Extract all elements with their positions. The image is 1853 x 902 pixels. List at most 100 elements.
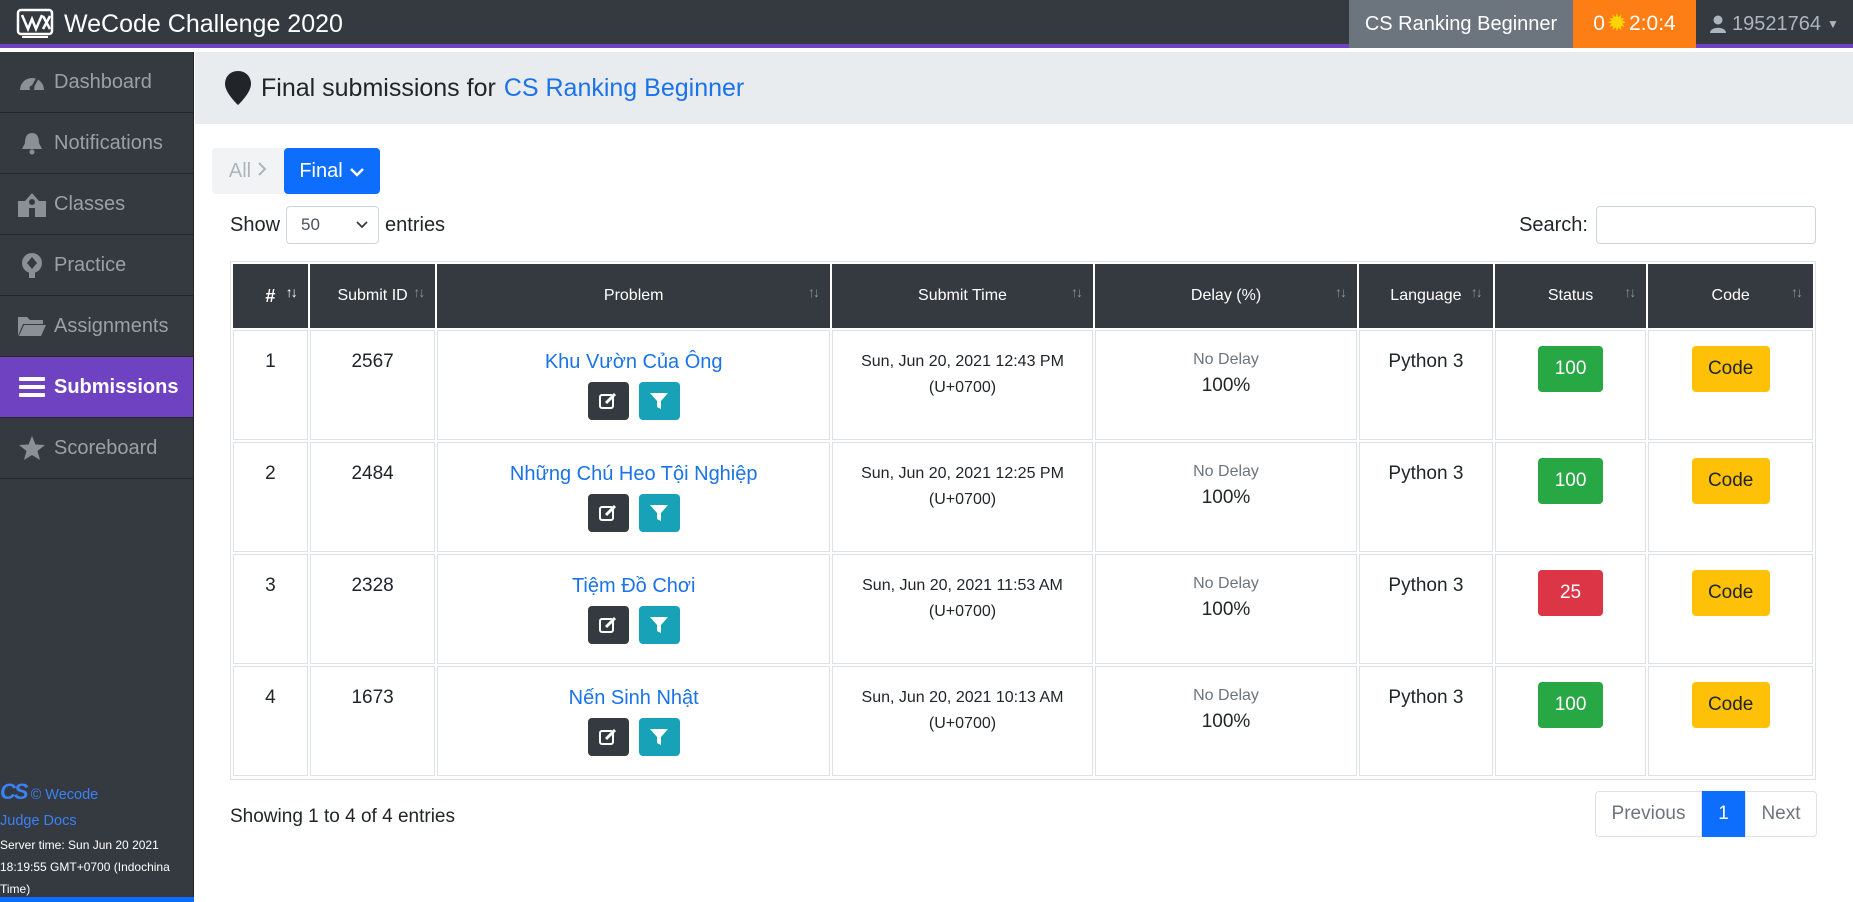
caret-down-icon: ▼: [1826, 17, 1839, 31]
sort-asc-icon: ↑↓: [285, 284, 298, 300]
status-badge[interactable]: 25: [1538, 570, 1604, 616]
edit-button[interactable]: [587, 718, 629, 756]
assignment-link[interactable]: CS Ranking Beginner: [504, 74, 744, 103]
row-number: 3: [233, 554, 308, 664]
page-size-value: 50: [301, 215, 320, 234]
row-number: 2: [233, 442, 308, 552]
filter-button[interactable]: [638, 382, 680, 420]
sidebar-item-submissions[interactable]: Submissions: [0, 357, 193, 418]
search-control: Search:: [1519, 204, 1816, 246]
delay-cell: No Delay 100%: [1095, 554, 1358, 664]
sidebar: Dashboard Notifications Classes Practice…: [0, 52, 194, 902]
column-header-submit-time[interactable]: Submit Time ↑↓: [831, 264, 1094, 328]
filter-button[interactable]: [638, 494, 680, 532]
bell-icon: [16, 129, 48, 157]
submissions-table: # ↑↓ Submit ID ↑↓ Problem ↑↓ Submit Time ↑↓ …: [230, 261, 1816, 780]
sort-icon: ↑↓: [1071, 284, 1083, 300]
search-input[interactable]: [1596, 206, 1816, 244]
cs-logo: CS: [0, 779, 29, 804]
status-badge[interactable]: 100: [1538, 458, 1604, 504]
column-header-code[interactable]: Code ↑↓: [1648, 264, 1813, 328]
problem-cell: Những Chú Heo Tội Nghiệp: [437, 442, 830, 552]
problem-cell: Nến Sinh Nhật: [437, 666, 830, 776]
delay-label: No Delay: [1193, 687, 1259, 704]
problem-cell: Khu Vườn Của Ông: [437, 330, 830, 440]
status-badge[interactable]: 100: [1538, 346, 1604, 392]
current-assignment-button[interactable]: CS Ranking Beginner: [1349, 0, 1573, 48]
code-button[interactable]: Code: [1691, 682, 1770, 728]
sidebar-item-label: Notifications: [54, 131, 163, 154]
pagination: Previous 1 Next: [1595, 791, 1817, 837]
edit-button[interactable]: [587, 494, 629, 532]
page-size-select[interactable]: 50: [286, 206, 380, 244]
code-button[interactable]: Code: [1691, 346, 1770, 392]
language: Python 3: [1359, 442, 1493, 552]
sort-icon: ↑↓: [413, 284, 425, 300]
all-submissions-tab[interactable]: All: [212, 148, 284, 194]
edit-icon: [599, 616, 617, 633]
column-header-problem[interactable]: Problem ↑↓: [437, 264, 830, 328]
sidebar-item-practice[interactable]: Practice: [0, 235, 193, 296]
delay-label: No Delay: [1193, 351, 1259, 368]
language: Python 3: [1359, 330, 1493, 440]
edit-icon: [599, 392, 617, 409]
filter-icon: [650, 393, 669, 409]
filter-button[interactable]: [638, 606, 680, 644]
user-icon: [1710, 15, 1726, 33]
sun-icon: ✹: [1606, 10, 1628, 37]
countdown-timer[interactable]: 0 ✹ 2:0:4: [1573, 0, 1696, 48]
table-header-row: # ↑↓ Submit ID ↑↓ Problem ↑↓ Submit Time ↑↓ …: [233, 264, 1813, 328]
edit-button[interactable]: [587, 606, 629, 644]
delay-cell: No Delay 100%: [1095, 442, 1358, 552]
delay-value: 100%: [1201, 711, 1251, 732]
show-label: Show: [230, 213, 281, 236]
submit-id: 2567: [309, 330, 436, 440]
copyright-link[interactable]: © Wecode: [31, 787, 99, 803]
sort-icon: ↑↓: [1335, 284, 1347, 300]
sidebar-item-scoreboard[interactable]: Scoreboard: [0, 418, 193, 479]
sidebar-item-label: Submissions: [54, 375, 179, 398]
submit-time-cell: Sun, Jun 20, 2021 12:43 PM (U+0700): [831, 330, 1094, 440]
entries-label: entries: [385, 213, 446, 236]
sidebar-item-assignments[interactable]: Assignments: [0, 296, 193, 357]
sort-icon: ↑↓: [807, 284, 820, 300]
previous-page-button[interactable]: Previous: [1595, 791, 1702, 837]
status-badge[interactable]: 100: [1538, 682, 1604, 728]
problem-link[interactable]: Những Chú Heo Tội Nghiệp: [510, 463, 758, 485]
column-header-submit-id[interactable]: Submit ID ↑↓: [309, 264, 436, 328]
page-1-button[interactable]: 1: [1702, 791, 1745, 837]
server-time: Server time: Sun Jun 20 2021 18:19:55 GM…: [0, 838, 170, 896]
column-header-language[interactable]: Language ↑↓: [1359, 264, 1493, 328]
sidebar-item-label: Dashboard: [54, 70, 152, 93]
code-button[interactable]: Code: [1691, 458, 1770, 504]
timer-time: 2:0:4: [1629, 12, 1676, 35]
filter-button[interactable]: [638, 718, 680, 756]
column-header-delay[interactable]: Delay (%) ↑↓: [1095, 264, 1358, 328]
timer-count: 0: [1593, 12, 1605, 35]
column-header-number[interactable]: # ↑↓: [233, 264, 308, 328]
sidebar-item-notifications[interactable]: Notifications: [0, 113, 193, 174]
column-header-status[interactable]: Status ↑↓: [1494, 264, 1647, 328]
page-header: Final submissions for CS Ranking Beginne…: [195, 52, 1853, 124]
problem-link[interactable]: Tiệm Đồ Chơi: [572, 575, 696, 597]
problem-link[interactable]: Khu Vườn Của Ông: [545, 351, 723, 373]
judge-docs-link[interactable]: Judge Docs: [0, 813, 77, 829]
timezone: (U+0700): [928, 379, 997, 396]
edit-button[interactable]: [587, 382, 629, 420]
status-cell: 100: [1494, 666, 1647, 776]
final-submissions-dropdown[interactable]: Final: [284, 148, 380, 194]
brand[interactable]: WeCode Challenge 2020: [16, 0, 343, 48]
timezone: (U+0700): [928, 715, 997, 732]
sort-icon: ↑↓: [1791, 284, 1803, 300]
sidebar-item-classes[interactable]: Classes: [0, 174, 193, 235]
next-page-button[interactable]: Next: [1745, 791, 1817, 837]
user-menu[interactable]: 19521764 ▼: [1696, 0, 1853, 48]
problem-link[interactable]: Nến Sinh Nhật: [569, 687, 699, 709]
filter-icon: [650, 505, 669, 521]
code-button[interactable]: Code: [1691, 570, 1770, 616]
sidebar-item-label: Assignments: [54, 314, 169, 337]
school-icon: [16, 190, 48, 218]
status-cell: 25: [1494, 554, 1647, 664]
sidebar-item-dashboard[interactable]: Dashboard: [0, 52, 193, 113]
timezone: (U+0700): [928, 491, 997, 508]
